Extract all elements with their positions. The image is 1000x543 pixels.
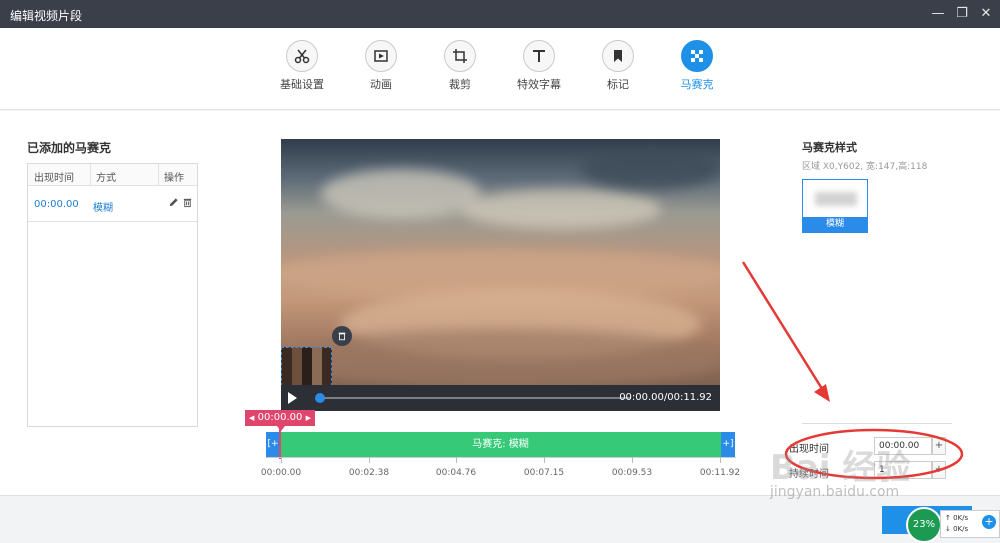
tool-label: 基础设置 <box>280 78 324 91</box>
tool-label: 动画 <box>370 78 392 91</box>
download-speed: ↓ 0K/s <box>945 525 969 533</box>
mosaic-list-title: 已添加的马赛克 <box>27 141 112 155</box>
video-preview[interactable] <box>281 139 720 385</box>
play-icon[interactable] <box>288 392 297 404</box>
animation-icon <box>365 40 397 72</box>
tool-animation[interactable]: 动画 <box>349 40 413 92</box>
footer <box>0 495 1000 540</box>
window-title: 编辑视频片段 <box>10 9 83 23</box>
tool-basic-settings[interactable]: 基础设置 <box>270 40 334 92</box>
track-handle-left[interactable]: [+ <box>266 432 280 457</box>
upload-speed: ↑ 0K/s <box>945 514 969 522</box>
arrow-left-icon: ◀ <box>249 414 255 422</box>
track-handle-right[interactable]: +] <box>721 432 735 457</box>
tick-label: 00:02.38 <box>348 468 390 478</box>
progress-track[interactable] <box>319 397 631 399</box>
region-info: 区域 X0,Y602, 宽:147,高:118 <box>802 162 928 172</box>
timecode: 00:00.00/00:11.92 <box>619 392 712 403</box>
watermark-logo: Bai 经验 <box>770 448 911 488</box>
playhead-time: 00:00.00 <box>257 412 303 423</box>
divider <box>802 423 952 424</box>
tool-label: 裁剪 <box>449 78 471 91</box>
column-header-actions: 操作 <box>164 173 184 184</box>
edit-icon[interactable] <box>168 197 179 211</box>
cpu-badge: 23% <box>906 507 942 543</box>
mosaic-style-title: 马赛克样式 <box>802 141 857 154</box>
mosaic-icon <box>681 40 713 72</box>
timeline-axis <box>266 457 736 465</box>
tick-label: 00:00.00 <box>260 468 302 478</box>
mosaic-list-table: 出现时间 方式 操作 00:00.00 模糊 <box>27 163 198 427</box>
plus-icon[interactable]: + <box>982 515 996 529</box>
tool-label: 马赛克 <box>680 78 714 91</box>
text-icon <box>523 40 555 72</box>
player-controls: 00:00.00/00:11.92 <box>281 385 720 411</box>
blur-preview <box>815 192 857 206</box>
tick-label: 00:04.76 <box>435 468 477 478</box>
arrow-right-icon: ▶ <box>305 414 311 422</box>
delete-region-button[interactable] <box>332 326 352 346</box>
title-bar: 编辑视频片段 — ❐ ✕ <box>0 0 1000 28</box>
tick-label: 00:07.15 <box>523 468 565 478</box>
scissors-icon <box>286 40 318 72</box>
tool-label: 特效字幕 <box>517 78 561 91</box>
tick-label: 00:09.53 <box>611 468 653 478</box>
blur-style-label: 模糊 <box>803 217 867 232</box>
row-time: 00:00.00 <box>34 199 79 210</box>
main-panel: 已添加的马赛克 出现时间 方式 操作 00:00.00 模糊 00:00.00/… <box>0 111 1000 495</box>
close-button[interactable]: ✕ <box>976 4 996 24</box>
tool-mosaic[interactable]: 马赛克 <box>665 40 729 92</box>
progress-knob[interactable] <box>315 393 325 403</box>
appear-time-stepper[interactable]: + <box>932 437 946 455</box>
blur-style-option[interactable]: 模糊 <box>802 179 868 233</box>
crop-icon <box>444 40 476 72</box>
table-row[interactable]: 00:00.00 模糊 <box>28 186 197 222</box>
maximize-button[interactable]: ❐ <box>952 4 972 24</box>
duration-stepper[interactable]: + <box>932 461 946 479</box>
tool-crop[interactable]: 裁剪 <box>428 40 492 92</box>
watermark-url: jingyan.baidu.com <box>770 484 900 500</box>
tick-label: 00:11.92 <box>699 468 741 478</box>
column-header-method: 方式 <box>96 173 116 184</box>
tool-text-effects[interactable]: 特效字幕 <box>507 40 571 92</box>
column-header-time: 出现时间 <box>34 173 74 184</box>
table-header: 出现时间 方式 操作 <box>28 164 197 186</box>
playhead-line <box>279 424 281 459</box>
tool-mark[interactable]: 标记 <box>586 40 650 92</box>
toolbar: 基础设置 动画 裁剪 特效字幕 标记 马赛克 <box>0 28 1000 110</box>
trash-icon[interactable] <box>182 197 193 211</box>
tool-label: 标记 <box>607 78 629 91</box>
mosaic-track-bar[interactable]: 马赛克: 模糊 <box>266 432 735 457</box>
row-method: 模糊 <box>93 203 113 214</box>
minimize-button[interactable]: — <box>928 4 948 24</box>
bookmark-icon <box>602 40 634 72</box>
mosaic-region[interactable] <box>281 347 332 386</box>
